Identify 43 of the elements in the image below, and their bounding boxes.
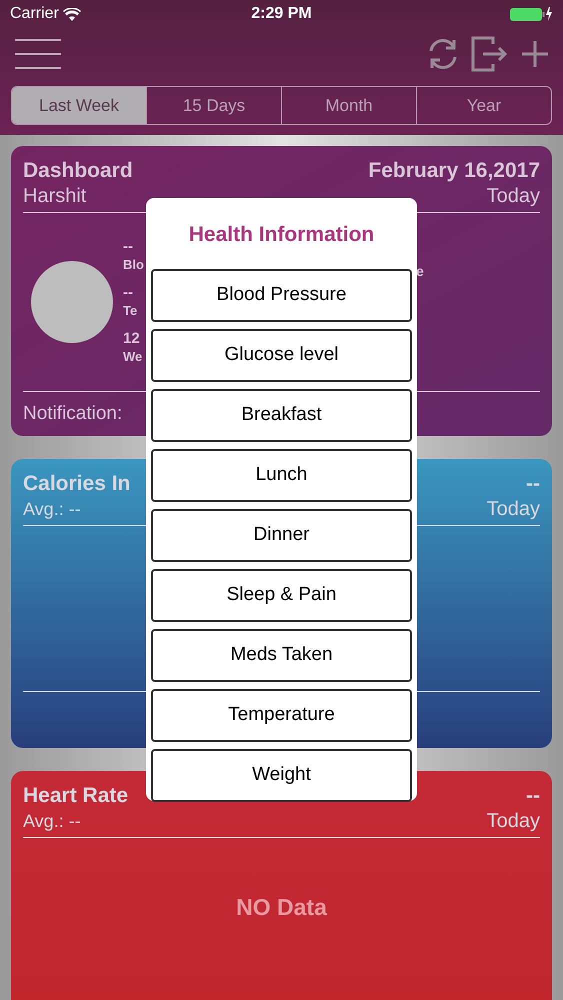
card-value: --: [526, 471, 540, 497]
exit-icon[interactable]: [471, 36, 509, 72]
option-button[interactable]: Breakfast: [151, 388, 412, 442]
average-text: Avg.: --: [23, 810, 81, 833]
card-title: Heart Rate: [23, 783, 128, 809]
dashboard-title: Dashboard: [23, 158, 133, 184]
clock-text: 2:29 PM: [251, 4, 312, 24]
stat-value: 12: [123, 330, 141, 348]
average-text: Avg.: --: [23, 498, 81, 521]
dialog-title: Health Information: [188, 222, 374, 248]
option-button[interactable]: Meds Taken: [151, 628, 412, 682]
option-button[interactable]: Temperature: [151, 688, 412, 742]
option-button[interactable]: Glucose level: [151, 328, 412, 382]
period-tab[interactable]: Year: [416, 87, 551, 124]
add-icon[interactable]: [521, 40, 549, 68]
period-text: Today: [486, 184, 540, 208]
notification-label: Notification:: [23, 402, 122, 426]
stat-label: e: [416, 262, 424, 280]
period-text: Today: [486, 809, 540, 833]
stat-value: --: [123, 284, 134, 302]
stat-label: Te: [123, 302, 138, 320]
carrier-text: Carrier: [10, 4, 59, 24]
option-button[interactable]: Weight: [151, 748, 412, 802]
period-tab[interactable]: Last Week: [12, 87, 146, 124]
option-button[interactable]: Blood Pressure: [151, 268, 412, 322]
stat-value: --: [123, 238, 134, 256]
stat-label: Blo: [123, 256, 144, 274]
menu-icon[interactable]: [14, 38, 62, 70]
option-button[interactable]: Dinner: [151, 508, 412, 562]
battery-icon: [509, 6, 553, 22]
option-button[interactable]: Sleep & Pain: [151, 568, 412, 622]
option-button[interactable]: Lunch: [151, 448, 412, 502]
stat-label: We: [123, 348, 144, 366]
wifi-icon: [62, 8, 81, 20]
refresh-icon[interactable]: [427, 37, 459, 71]
period-text: Today: [486, 497, 540, 521]
no-data-text: NO Data: [236, 893, 327, 922]
period-tab[interactable]: Month: [281, 87, 416, 124]
card-title: Calories In: [23, 471, 130, 497]
user-name: Harshit: [23, 184, 86, 208]
card-value: --: [526, 783, 540, 809]
date-text: February 16,2017: [368, 158, 540, 184]
period-tab[interactable]: 15 Days: [146, 87, 281, 124]
